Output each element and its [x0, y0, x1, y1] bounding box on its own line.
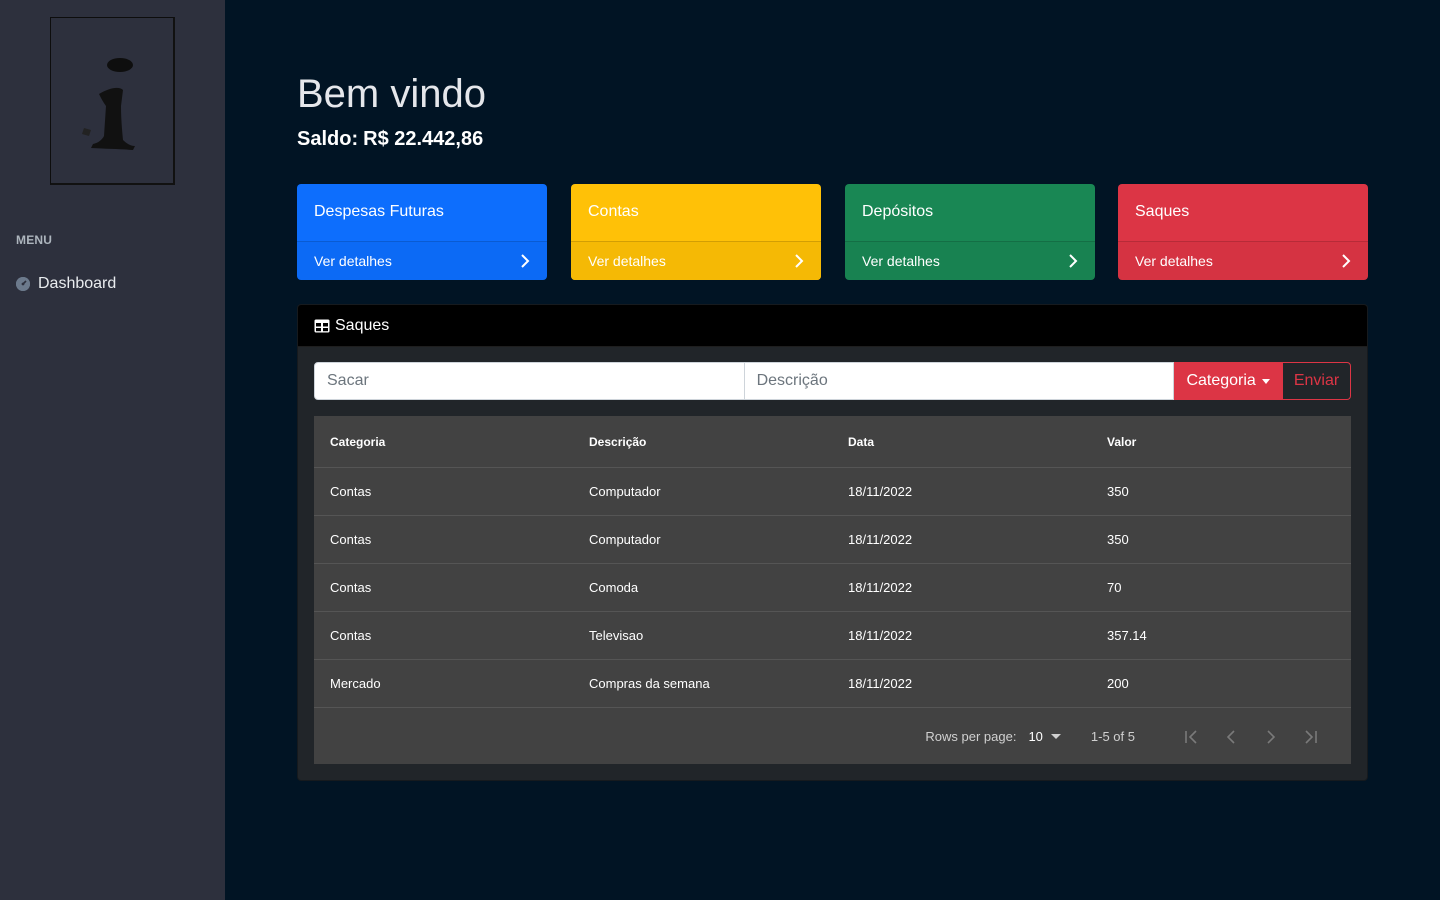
card-despesas-futuras: Despesas Futuras Ver detalhes [297, 184, 547, 280]
card-details-link[interactable]: Ver detalhes [571, 241, 821, 280]
saques-panel: Saques Categoria Enviar Categoria Descri… [297, 304, 1368, 781]
table-icon [314, 319, 330, 332]
card-title: Despesas Futuras [314, 203, 444, 220]
next-page-button[interactable] [1251, 717, 1291, 757]
enviar-button[interactable]: Enviar [1282, 362, 1352, 400]
last-page-button[interactable] [1291, 717, 1331, 757]
card-link-label: Ver detalhes [314, 253, 392, 269]
table-cell: Mercado [330, 676, 381, 691]
table-cell: 350 [1107, 532, 1129, 547]
first-page-icon [1185, 729, 1197, 744]
balance-label: Saldo: [297, 128, 359, 150]
panel-title: Saques [335, 316, 390, 334]
card-saques: Saques Ver detalhes [1118, 184, 1368, 280]
card-link-label: Ver detalhes [588, 253, 666, 269]
card-depositos: Depósitos Ver detalhes [845, 184, 1095, 280]
chevron-right-icon [1069, 254, 1078, 268]
balance: Saldo: R$ 22.442,86 [297, 128, 483, 151]
table-cell: Compras da semana [589, 676, 710, 691]
summary-cards: Despesas Futuras Ver detalhes Contas Ver… [297, 184, 1368, 280]
table-cell: 18/11/2022 [848, 676, 913, 691]
chevron-right-icon [1267, 729, 1276, 744]
logo-letter-i-icon [82, 58, 135, 150]
table-row: Mercado Compras da semana 18/11/2022 200 [314, 660, 1351, 708]
caret-down-icon [1261, 378, 1270, 384]
card-details-link[interactable]: Ver detalhes [845, 241, 1095, 280]
first-page-button[interactable] [1171, 717, 1211, 757]
table-cell: 18/11/2022 [848, 532, 913, 547]
rows-per-page-label: Rows per page: [925, 729, 1017, 744]
table-cell: 18/11/2022 [848, 580, 913, 595]
sacar-input[interactable] [314, 362, 745, 400]
sidebar-item-dashboard[interactable]: Dashboard [16, 274, 116, 294]
table-cell: Contas [330, 532, 372, 547]
card-details-link[interactable]: Ver detalhes [1118, 241, 1368, 280]
menu-heading: MENU [16, 233, 53, 247]
table-cell: 70 [1107, 580, 1122, 595]
dashboard-icon [16, 277, 30, 291]
pagination: Rows per page: 10 1-5 of 5 [314, 709, 1351, 764]
rows-per-page-select[interactable]: 10 [1028, 729, 1061, 744]
rows-per-page-value: 10 [1028, 729, 1043, 744]
last-page-icon [1305, 729, 1317, 744]
chevron-left-icon [1226, 729, 1235, 744]
categoria-label: Categoria [1186, 372, 1256, 389]
table-cell: Comoda [589, 580, 639, 595]
table-cell: Computador [589, 484, 661, 499]
prev-page-button[interactable] [1211, 717, 1251, 757]
table-cell: Contas [330, 580, 372, 595]
chevron-right-icon [795, 254, 804, 268]
table-cell: 350 [1107, 484, 1129, 499]
card-title: Depósitos [862, 203, 934, 220]
caret-down-icon [1050, 734, 1061, 739]
table-row: Contas Computador 18/11/2022 350 [314, 468, 1351, 516]
sidebar-item-label: Dashboard [38, 275, 117, 292]
table-cell: 18/11/2022 [848, 484, 913, 499]
column-header[interactable]: Descrição [573, 435, 832, 449]
card-link-label: Ver detalhes [1135, 253, 1213, 269]
table-row: Contas Televisao 18/11/2022 357.14 [314, 612, 1351, 660]
table-row: Contas Comoda 18/11/2022 70 [314, 564, 1351, 612]
table-header-row: Categoria Descrição Data Valor [314, 416, 1351, 468]
table-cell: 200 [1107, 676, 1129, 691]
card-title: Contas [588, 203, 639, 220]
descricao-input[interactable] [744, 362, 1175, 400]
panel-header: Saques [298, 305, 1367, 347]
logo [50, 17, 175, 185]
table-cell: 18/11/2022 [848, 628, 913, 643]
column-header[interactable]: Valor [1091, 435, 1351, 449]
table-cell: Contas [330, 628, 372, 643]
column-header[interactable]: Categoria [314, 435, 573, 449]
categoria-dropdown-button[interactable]: Categoria [1174, 362, 1283, 400]
chevron-right-icon [521, 254, 530, 268]
sidebar: MENU Dashboard [0, 0, 225, 900]
table-cell: 357.14 [1107, 628, 1147, 643]
column-header[interactable]: Data [832, 435, 1091, 449]
page-title: Bem vindo [297, 72, 486, 116]
card-details-link[interactable]: Ver detalhes [297, 241, 547, 280]
page-range: 1-5 of 5 [1090, 729, 1135, 744]
card-contas: Contas Ver detalhes [571, 184, 821, 280]
card-title: Saques [1135, 203, 1190, 220]
card-link-label: Ver detalhes [862, 253, 940, 269]
saques-table: Categoria Descrição Data Valor Contas Co… [314, 416, 1351, 764]
chevron-right-icon [1342, 254, 1351, 268]
withdraw-form: Categoria Enviar [314, 362, 1352, 400]
balance-value: R$ 22.442,86 [363, 128, 484, 150]
table-cell: Computador [589, 532, 661, 547]
table-cell: Contas [330, 484, 372, 499]
table-cell: Televisao [589, 628, 644, 643]
table-row: Contas Computador 18/11/2022 350 [314, 516, 1351, 564]
